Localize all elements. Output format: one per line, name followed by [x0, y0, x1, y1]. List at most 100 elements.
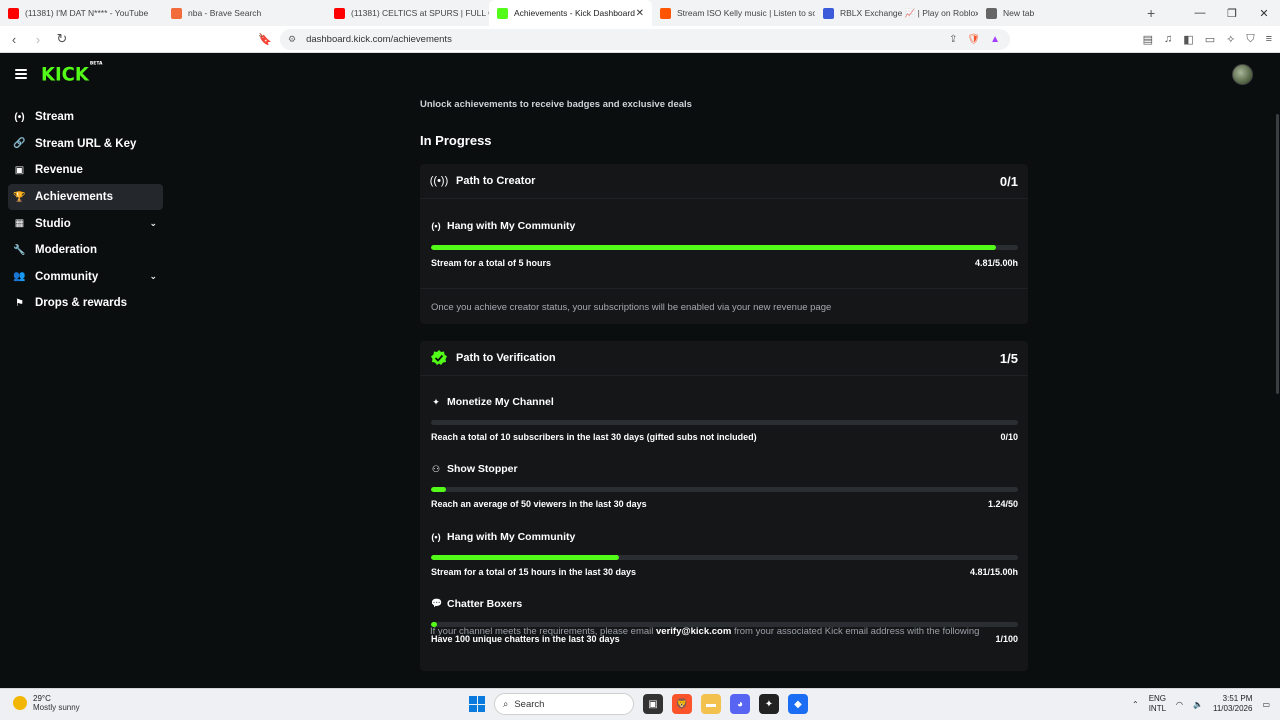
goal-value: 0/10	[1000, 432, 1018, 442]
sidebar-item-stream-url-key[interactable]: 🔗 Stream URL & Key	[8, 131, 163, 158]
search-icon: ⌕	[503, 698, 509, 710]
windows-start-icon[interactable]	[469, 696, 485, 712]
sun-icon	[13, 696, 27, 710]
sidebar-item-label: Studio	[35, 217, 71, 230]
goal-title-text: Show Stopper	[447, 463, 518, 476]
browser-tab[interactable]: New tab	[978, 0, 1141, 26]
tab-favicon-icon	[823, 7, 834, 19]
tab-title: (11381) I'M DAT N**** - YouTube	[25, 8, 149, 18]
sidebar-item-studio[interactable]: ▦ Studio ⌄	[8, 210, 163, 237]
weather-widget[interactable]: 29°C Mostly sunny	[13, 694, 80, 712]
goal-title: ⚇ Show Stopper	[431, 463, 1018, 475]
reload-icon[interactable]: ↻	[52, 31, 72, 47]
people-icon: 👥	[13, 271, 26, 283]
sidebar-item-label: Community	[35, 270, 99, 283]
discord-icon[interactable]: ◕	[730, 694, 750, 714]
browser-tab[interactable]: Stream ISO Kelly music | Listen to so	[652, 0, 815, 26]
taskbar-apps: ⌕ Search ▣ 🦁 ▬ ◕ ✦ ◆	[469, 693, 808, 715]
progress-fill	[431, 487, 446, 493]
share-icon[interactable]: ⇪	[949, 34, 957, 45]
site-settings-icon[interactable]: ⚙	[288, 34, 296, 45]
sidebar-item-revenue[interactable]: ▣ Revenue	[8, 157, 163, 184]
card-title: Path to Verification	[456, 352, 556, 364]
close-tab-icon[interactable]: ✕	[636, 8, 644, 19]
goal-title-text: Hang with My Community	[447, 220, 576, 232]
browser-tab[interactable]: RBLX Exchange 📈 | Play on Roblox	[815, 0, 978, 26]
progress-bar	[431, 245, 1018, 250]
goal-item: ✦ Monetize My Channel Reach a total of 10 …	[431, 396, 1018, 446]
card-count: 1/5	[999, 350, 1018, 366]
browser-tab[interactable]: (11381) CELTICS at SPURS | FULL GA	[326, 0, 489, 26]
taskbar-search[interactable]: ⌕ Search	[494, 693, 634, 715]
verified-badge-icon	[430, 349, 448, 367]
verify-email-link[interactable]: verify@kick.com	[656, 626, 731, 637]
kick-logo[interactable]: KICKBETA	[41, 61, 103, 85]
brave-shields-icon[interactable]: 🛡	[967, 34, 980, 45]
progress-bar	[431, 420, 1018, 425]
page-subtitle: Unlock achievements to receive badges an…	[420, 99, 692, 110]
wallet-icon[interactable]: ▭	[1205, 33, 1215, 46]
browser-tab[interactable]: (11381) I'M DAT N**** - YouTube	[0, 0, 163, 26]
sidebar-toggle-icon[interactable]: ◧	[1183, 33, 1193, 46]
windows-taskbar: 29°C Mostly sunny ⌕ Search ▣ 🦁 ▬ ◕ ✦ ◆ ⌃…	[0, 688, 1280, 720]
card-header: Path to Verification 1/5	[420, 341, 1028, 376]
hamburger-menu-icon[interactable]	[15, 69, 27, 79]
trophy-icon: 🏆	[13, 191, 26, 203]
volume-icon[interactable]: 🔈	[1193, 700, 1203, 709]
card-count: 0/1	[999, 173, 1018, 189]
goal-value: 1/100	[995, 633, 1018, 644]
file-explorer-icon[interactable]: ▬	[701, 694, 721, 714]
sidebar-item-moderation[interactable]: 🔧 Moderation	[8, 237, 163, 264]
brave-rewards-icon[interactable]: ▲	[990, 34, 1000, 45]
new-tab-icon[interactable]: +	[1147, 5, 1155, 21]
vpn-icon[interactable]: ⛉	[1246, 33, 1254, 46]
goal-description: Stream for a total of 15 hours in the la…	[431, 566, 637, 577]
brave-browser-icon[interactable]: 🦁	[672, 694, 692, 714]
url-field[interactable]: ⚙ dashboard.kick.com/achievements ⇪ 🛡 ▲	[280, 29, 1010, 50]
notification-icon[interactable]: ▭	[1262, 700, 1270, 709]
sidebar-item-label: Stream	[35, 111, 74, 124]
goal-title: ✦ Monetize My Channel	[431, 396, 1018, 408]
chevron-down-icon[interactable]: ⌄	[149, 271, 157, 282]
forward-icon[interactable]: ›	[28, 32, 48, 47]
divider	[420, 288, 1028, 289]
goal-value: 4.81/5.00h	[974, 258, 1018, 268]
maximize-icon[interactable]: ❐	[1216, 7, 1248, 20]
progress-bar	[431, 487, 1018, 493]
sidebar-item-drops-rewards[interactable]: ⚑ Drops & rewards	[8, 290, 163, 317]
language-indicator[interactable]: ENG INTL	[1149, 694, 1166, 714]
browser-tab[interactable]: nba - Brave Search	[163, 0, 326, 26]
chevron-down-icon[interactable]: ⌄	[149, 218, 157, 229]
sidebar-item-achievements[interactable]: 🏆 Achievements	[8, 183, 163, 211]
avatar[interactable]	[1232, 64, 1253, 85]
app-icon[interactable]: ◆	[788, 694, 808, 714]
sidebar-item-community[interactable]: 👥 Community ⌄	[8, 264, 163, 291]
people-icon: ⚇	[431, 463, 441, 474]
goal-title-text: Chatter Boxers	[447, 597, 523, 610]
back-icon[interactable]: ‹	[4, 32, 24, 47]
page-scrollbar[interactable]	[1276, 114, 1279, 394]
sidebar-panel-icon[interactable]: ▤	[1143, 33, 1153, 46]
lang-line: INTL	[1148, 704, 1167, 713]
app-icon[interactable]: ✦	[759, 694, 779, 714]
minimize-icon[interactable]: —	[1184, 7, 1216, 19]
close-window-icon[interactable]: ✕	[1248, 7, 1280, 20]
wifi-icon[interactable]: ◠	[1176, 700, 1183, 709]
lang-line: ENG	[1148, 694, 1167, 703]
task-view-icon[interactable]: ▣	[643, 694, 663, 714]
progress-fill	[431, 554, 619, 560]
sidebar-item-label: Revenue	[35, 164, 83, 177]
clock-date: 11/03/2026	[1212, 704, 1253, 713]
clock[interactable]: 3:51 PM 11/03/2026	[1213, 694, 1252, 714]
bookmark-icon[interactable]: 🔖	[258, 33, 272, 46]
sparkle-icon: ✦	[432, 396, 440, 407]
browser-tab[interactable]: Achievements - Kick Dashboard ✕	[489, 0, 652, 26]
chevron-up-icon[interactable]: ⌃	[1132, 700, 1139, 709]
goal-value: 4.81/15.00h	[969, 566, 1018, 577]
card-title: Path to Creator	[456, 175, 536, 187]
chat-bubble-icon: 💬	[431, 598, 443, 609]
leo-ai-icon[interactable]: ✧	[1226, 33, 1235, 46]
media-icon[interactable]: ♫	[1164, 33, 1172, 46]
sidebar-item-stream[interactable]: (•) Stream	[8, 104, 163, 131]
menu-icon[interactable]: ≡	[1266, 33, 1272, 46]
